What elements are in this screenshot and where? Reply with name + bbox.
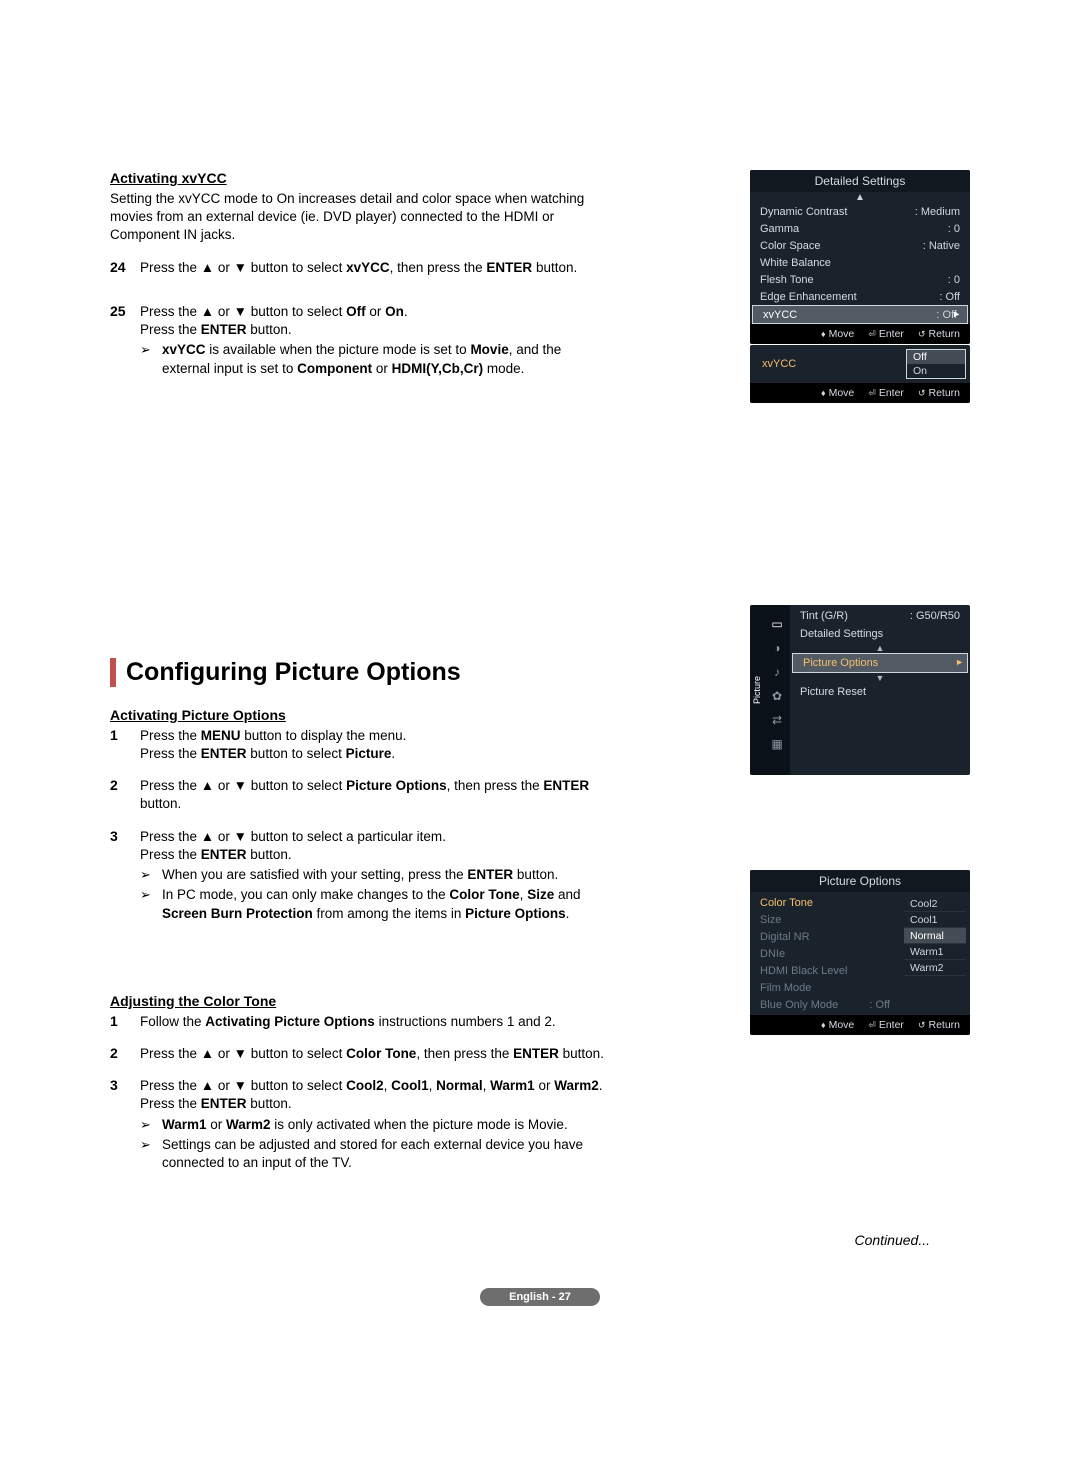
- option-hdmi-black-level: HDMI Black Level: [750, 962, 900, 979]
- step-2-num: 2: [110, 777, 130, 813]
- page-number: English - 27: [480, 1288, 600, 1306]
- nav-return: Return: [918, 387, 960, 399]
- value-cool1: Cool1: [904, 912, 966, 928]
- osd-nav-hints: Move Enter Return: [750, 1015, 970, 1035]
- osd-title: Detailed Settings: [750, 170, 970, 192]
- value-list: Cool2 Cool1 Normal Warm1 Warm2: [900, 892, 970, 1015]
- intro-text: Setting the xvYCC mode to On increases d…: [110, 190, 610, 245]
- option-dnie: DNIe: [750, 945, 900, 962]
- note-arrow-icon: ➢: [140, 1136, 154, 1172]
- osd-nav-hints: Move Enter Return: [750, 324, 970, 344]
- option-digital-nr: Digital NR: [750, 928, 900, 945]
- scroll-up-icon: ▲: [750, 192, 970, 203]
- osd-xvycc-popup: xvYCC Off On Move Enter Return: [750, 345, 970, 403]
- section-activating-picture-options: Activating Picture Options 1 Press the M…: [110, 707, 610, 923]
- note-arrow-icon: ➢: [140, 1116, 154, 1134]
- popup-options: Off On: [906, 349, 966, 379]
- tab-label-picture: Picture: [750, 605, 764, 775]
- osd-picture-options: Picture Options Color Tone Size Digital …: [750, 870, 970, 1035]
- step-3-num: 3: [110, 1077, 130, 1172]
- value-warm1: Warm1: [904, 944, 966, 960]
- heading-activating-po: Activating Picture Options: [110, 707, 610, 723]
- nav-return: Return: [918, 328, 960, 340]
- option-on: On: [907, 364, 965, 378]
- menu-row: Detailed Settings: [790, 625, 970, 643]
- menu-category-icons: ▭ ◑ ♪ ✿ ⇄ ▦: [764, 605, 790, 775]
- nav-enter: Enter: [868, 1019, 904, 1031]
- step-1-body: Press the MENU button to display the men…: [140, 727, 610, 763]
- continued-label: Continued...: [110, 1232, 930, 1248]
- scroll-down-icon: ▼: [790, 673, 970, 683]
- section-activating-xvycc: Activating xvYCC Setting the xvYCC mode …: [110, 170, 610, 378]
- step-25-num: 25: [110, 303, 130, 378]
- value-cool2: Cool2: [904, 896, 966, 912]
- step-1-num: 1: [110, 727, 130, 763]
- note-arrow-icon: ➢: [140, 341, 154, 377]
- osd-title: Picture Options: [750, 870, 970, 892]
- nav-enter: Enter: [868, 328, 904, 340]
- app-icon: ▦: [771, 737, 782, 751]
- menu-row-selected: Picture Options: [792, 653, 968, 673]
- osd-picture-menu: Picture ▭ ◑ ♪ ✿ ⇄ ▦ Tint (G/R): G50/R50 …: [750, 605, 970, 775]
- option-size: Size: [750, 911, 900, 928]
- step-2-body: Press the ▲ or ▼ button to select Pictur…: [140, 777, 610, 813]
- option-film-mode: Film Mode: [750, 979, 900, 996]
- nav-move: Move: [821, 328, 854, 340]
- step-2-body: Press the ▲ or ▼ button to select Color …: [140, 1045, 610, 1063]
- option-off: Off: [907, 350, 965, 364]
- nav-move: Move: [821, 387, 854, 399]
- sound-icon: ◑: [773, 641, 780, 655]
- step-3-num: 3: [110, 828, 130, 923]
- note-arrow-icon: ➢: [140, 886, 154, 922]
- input-icon: ⇄: [772, 713, 782, 727]
- heading-activating-xvycc: Activating xvYCC: [110, 170, 610, 186]
- menu-row: Tint (G/R): G50/R50: [790, 607, 970, 625]
- osd-nav-hints: Move Enter Return: [750, 383, 970, 403]
- value-warm2: Warm2: [904, 960, 966, 976]
- channel-icon: ♪: [774, 665, 780, 679]
- scroll-up-icon: ▲: [790, 643, 970, 653]
- nav-return: Return: [918, 1019, 960, 1031]
- option-blue-only-mode: Blue Only Mode: Off: [750, 996, 900, 1013]
- step-24-body: Press the ▲ or ▼ button to select xvYCC,…: [140, 259, 610, 277]
- nav-move: Move: [821, 1019, 854, 1031]
- osd-selected-row: xvYCC: Off: [752, 305, 968, 324]
- section-adjusting-color-tone: Adjusting the Color Tone 1 Follow the Ac…: [110, 993, 610, 1173]
- menu-row: Picture Reset: [790, 683, 970, 701]
- option-list: Color Tone Size Digital NR DNIe HDMI Bla…: [750, 892, 900, 1015]
- popup-label: xvYCC: [754, 349, 900, 379]
- option-color-tone: Color Tone: [750, 894, 900, 911]
- setup-icon: ✿: [772, 689, 782, 703]
- note-arrow-icon: ➢: [140, 866, 154, 884]
- manual-page: Activating xvYCC Setting the xvYCC mode …: [110, 170, 970, 1326]
- step-25-body: Press the ▲ or ▼ button to select Off or…: [140, 303, 610, 378]
- step-24-num: 24: [110, 259, 130, 277]
- step-1-body: Follow the Activating Picture Options in…: [140, 1013, 610, 1031]
- nav-enter: Enter: [868, 387, 904, 399]
- step-3-body: Press the ▲ or ▼ button to select Cool2,…: [140, 1077, 610, 1172]
- step-2-num: 2: [110, 1045, 130, 1063]
- step-3-body: Press the ▲ or ▼ button to select a part…: [140, 828, 610, 923]
- osd-detailed-settings: Detailed Settings ▲ Dynamic Contrast: Me…: [750, 170, 970, 344]
- heading-adjusting-ct: Adjusting the Color Tone: [110, 993, 610, 1009]
- value-normal: Normal: [904, 928, 966, 944]
- picture-icon: ▭: [771, 617, 782, 631]
- step-1-num: 1: [110, 1013, 130, 1031]
